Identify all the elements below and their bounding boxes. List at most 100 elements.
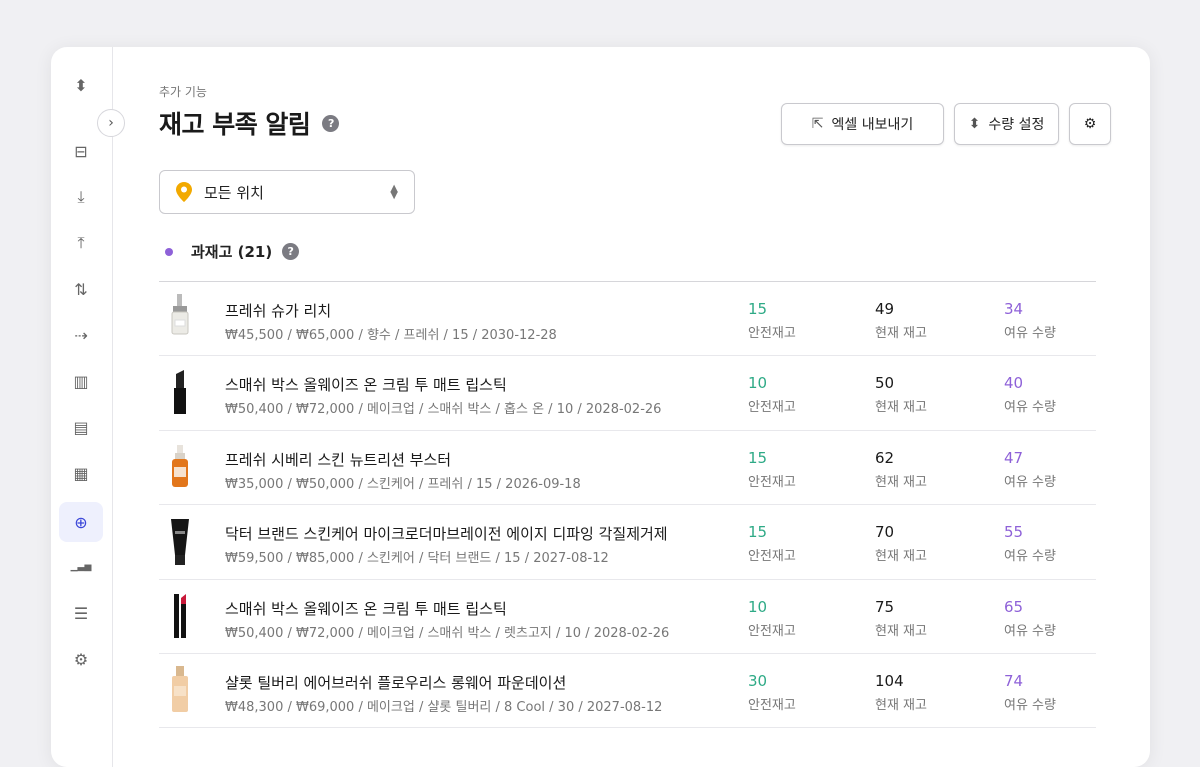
toolbar: ⇱ 엑셀 내보내기 ⬍ 수량 설정 ⚙ — [781, 103, 1111, 145]
sidebar-item-package[interactable]: ⊟ — [59, 131, 103, 171]
safety-stock-value: 10 — [748, 597, 768, 616]
product-list: 프레쉬 슈가 리치 ₩45,500 / ₩65,000 / 향수 / 프레쉬 /… — [159, 282, 1096, 729]
safety-stock-label: 안전재고 — [748, 623, 796, 639]
product-meta: ₩45,500 / ₩65,000 / 향수 / 프레쉬 / 15 / 2030… — [225, 328, 557, 343]
list-item[interactable]: 프레쉬 슈가 리치 ₩45,500 / ₩65,000 / 향수 / 프레쉬 /… — [159, 282, 1096, 357]
sidebar: ⬍ ⊟ ⤓ ⤒ ⇅ ⇢ ▥ ▤ ▦ ⊕ ▁▃▅ ☰ ⚙ — [51, 47, 113, 767]
current-stock-value: 70 — [875, 523, 895, 542]
current-stock-label: 현재 재고 — [875, 697, 927, 713]
chevron-up-down-icon: ▲ ▼ — [390, 183, 398, 201]
sidebar-item-database[interactable]: ☰ — [59, 593, 103, 633]
safety-stock: 10 안전재고 — [748, 598, 796, 639]
transfer-icon: ⇅ — [74, 279, 88, 299]
safety-stock-label: 안전재고 — [748, 549, 796, 565]
sidebar-item-arrow-right[interactable]: ⇢ — [59, 315, 103, 355]
location-select[interactable]: 모든 위치 ▲ ▼ — [159, 170, 415, 214]
sidebar-item-add-circle[interactable]: ⊕ — [59, 502, 103, 542]
current-stock-value: 49 — [875, 300, 895, 318]
add-circle-icon: ⊕ — [74, 512, 88, 532]
safety-stock-value: 10 — [748, 374, 768, 393]
sidebar-item-sort[interactable]: ⬍ — [59, 65, 103, 105]
current-stock-label: 현재 재고 — [875, 474, 927, 490]
sidebar-item-upload[interactable]: ⤒ — [59, 223, 103, 263]
product-meta: ₩50,400 / ₩72,000 / 메이크업 / 스매쉬 박스 / 홉스 온… — [225, 402, 662, 418]
product-image — [163, 590, 197, 644]
section-header: 과재고 (21) ? — [165, 241, 300, 262]
spare-quantity-value: 47 — [1004, 448, 1024, 467]
product-meta: ₩59,500 / ₩85,000 / 스킨케어 / 닥터 브랜드 / 15 /… — [225, 551, 609, 567]
safety-stock-label: 안전재고 — [748, 474, 796, 490]
spare-quantity-value: 40 — [1004, 374, 1024, 393]
product-image — [163, 366, 197, 420]
help-icon[interactable]: ? — [282, 243, 300, 260]
gear-icon: ⚙ — [1083, 116, 1097, 132]
current-stock: 62 현재 재고 — [875, 449, 927, 490]
sidebar-item-download[interactable]: ⤓ — [59, 177, 103, 217]
current-stock: 104 현재 재고 — [875, 672, 927, 713]
sidebar-collapse-button[interactable]: › — [97, 109, 125, 137]
current-stock-value: 104 — [875, 671, 904, 690]
safety-stock-value: 15 — [748, 448, 768, 467]
list-item[interactable]: 프레쉬 시베리 스킨 뉴트리션 부스터 ₩35,000 / ₩50,000 / … — [159, 431, 1096, 506]
list-item[interactable]: 닥터 브랜드 스킨케어 마이크로더마브레이전 에이지 디파잉 각질제거제 ₩59… — [159, 505, 1096, 580]
safety-stock: 15 안전재고 — [748, 300, 796, 341]
spare-quantity-label: 여유 수량 — [1004, 549, 1056, 565]
current-stock-label: 현재 재고 — [875, 400, 927, 416]
export-excel-button[interactable]: ⇱ 엑셀 내보내기 — [781, 103, 944, 145]
upload-icon: ⤒ — [77, 233, 85, 252]
safety-stock-label: 안전재고 — [748, 697, 796, 713]
product-name: 샬롯 틸버리 에어브러쉬 플로우리스 롱웨어 파운데이션 — [225, 673, 567, 692]
product-meta: ₩35,000 / ₩50,000 / 스킨케어 / 프레쉬 / 15 / 20… — [225, 476, 581, 492]
spare-quantity-label: 여유 수량 — [1004, 697, 1056, 713]
page-title: 재고 부족 알림 — [159, 110, 311, 139]
export-icon: ⇱ — [811, 116, 824, 132]
bar-chart-icon: ▁▃▅ — [70, 562, 92, 572]
spare-quantity: 40 여유 수량 — [1004, 374, 1056, 415]
spare-quantity-value: 34 — [1004, 300, 1024, 318]
list-item[interactable]: 스매쉬 박스 올웨이즈 온 크림 투 매트 립스틱 ₩50,400 / ₩72,… — [159, 580, 1096, 654]
product-image — [163, 441, 197, 495]
export-excel-label: 엑셀 내보내기 — [831, 117, 914, 133]
sidebar-item-bar-chart[interactable]: ▁▃▅ — [59, 547, 103, 587]
document-icon: ▤ — [73, 417, 89, 437]
sidebar-item-document[interactable]: ▤ — [59, 407, 103, 447]
list-item[interactable]: 스매쉬 박스 올웨이즈 온 크림 투 매트 립스틱 ₩50,400 / ₩72,… — [159, 356, 1096, 431]
location-value: 모든 위치 — [204, 183, 264, 202]
status-dot — [165, 247, 173, 256]
safety-stock-label: 안전재고 — [748, 400, 796, 416]
product-name: 프레쉬 시베리 스킨 뉴트리션 부스터 — [225, 450, 452, 469]
current-stock: 50 현재 재고 — [875, 374, 927, 415]
stock-chart-icon: ▥ — [73, 371, 89, 391]
spare-quantity-label: 여유 수량 — [1004, 474, 1056, 490]
current-stock-value: 50 — [875, 374, 895, 393]
current-stock-label: 현재 재고 — [875, 549, 927, 565]
current-stock-value: 75 — [875, 597, 895, 616]
settings-button[interactable]: ⚙ — [1069, 103, 1111, 145]
current-stock-label: 현재 재고 — [875, 326, 927, 341]
help-icon[interactable]: ? — [322, 114, 340, 132]
product-name: 닥터 브랜드 스킨케어 마이크로더마브레이전 에이지 디파잉 각질제거제 — [225, 525, 668, 544]
product-name: 프레쉬 슈가 리치 — [225, 302, 332, 320]
sidebar-item-settings[interactable]: ⚙ — [59, 639, 103, 679]
breadcrumb: 추가 기능 — [159, 85, 207, 99]
sidebar-item-stock-chart[interactable]: ▥ — [59, 361, 103, 401]
sidebar-item-barcode[interactable]: ▦ — [59, 453, 103, 493]
sort-icon: ⬍ — [968, 116, 981, 132]
spare-quantity: 47 여유 수량 — [1004, 449, 1056, 490]
list-item[interactable]: 샬롯 틸버리 에어브러쉬 플로우리스 롱웨어 파운데이션 ₩48,300 / ₩… — [159, 654, 1096, 729]
spare-quantity: 74 여유 수량 — [1004, 672, 1056, 713]
product-name: 스매쉬 박스 올웨이즈 온 크림 투 매트 립스틱 — [225, 599, 507, 618]
current-stock: 70 현재 재고 — [875, 523, 927, 564]
product-meta: ₩48,300 / ₩69,000 / 메이크업 / 샬롯 틸버리 / 8 Co… — [225, 699, 663, 715]
current-stock-value: 62 — [875, 448, 895, 467]
arrow-right-icon: ⇢ — [74, 325, 88, 345]
current-stock-label: 현재 재고 — [875, 623, 927, 639]
safety-stock-value: 15 — [748, 523, 768, 542]
product-image — [163, 515, 197, 569]
spare-quantity: 65 여유 수량 — [1004, 598, 1056, 639]
current-stock: 75 현재 재고 — [875, 598, 927, 639]
main-content: 추가 기능 재고 부족 알림 ? ⇱ 엑셀 내보내기 ⬍ 수량 설정 ⚙ 모든 … — [159, 47, 1150, 767]
quantity-settings-button[interactable]: ⬍ 수량 설정 — [954, 103, 1059, 145]
barcode-icon: ▦ — [73, 463, 89, 483]
sidebar-item-transfer[interactable]: ⇅ — [59, 269, 103, 309]
